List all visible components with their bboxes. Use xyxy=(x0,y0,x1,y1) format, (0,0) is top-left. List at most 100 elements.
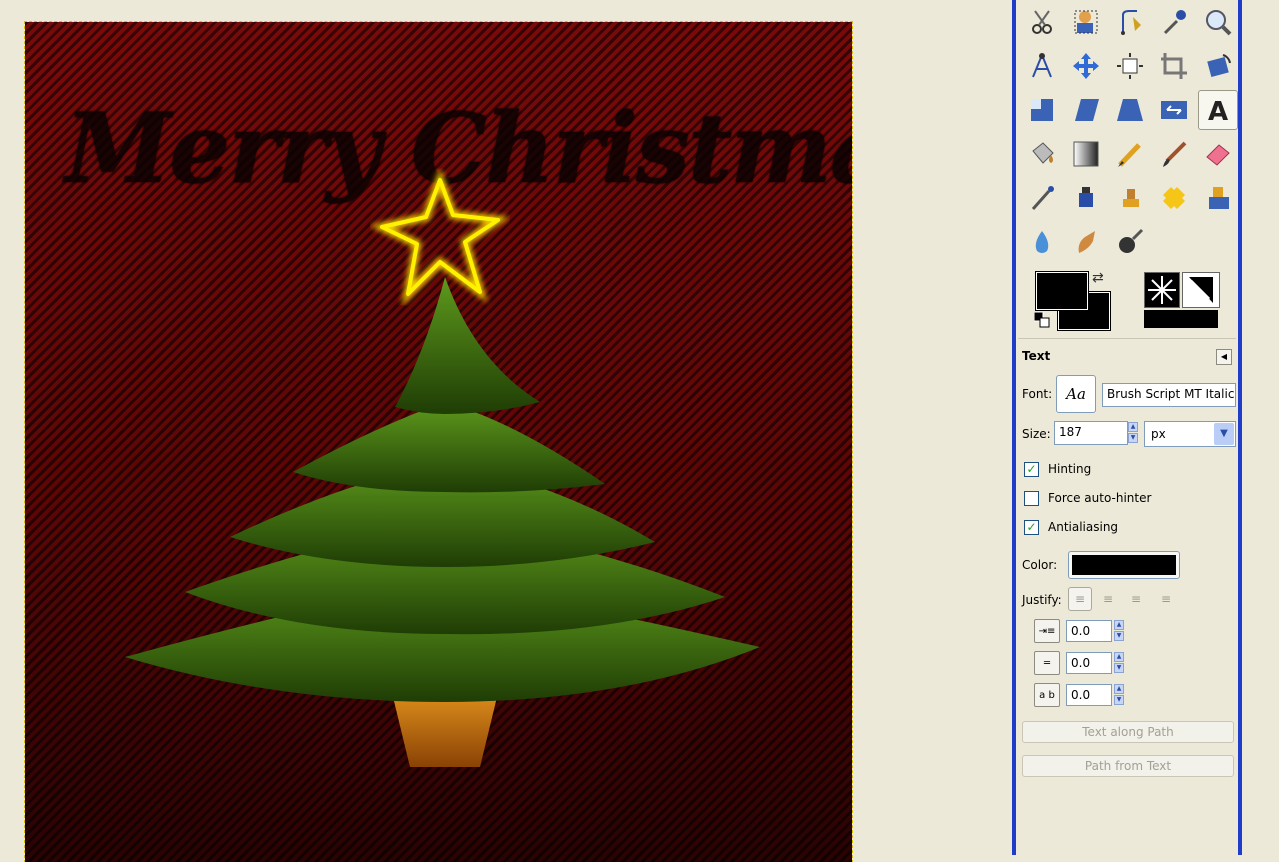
justify-center-button[interactable]: ≡ xyxy=(1124,587,1148,611)
crop-tool-button[interactable] xyxy=(1154,46,1194,86)
blend-tool-button[interactable] xyxy=(1066,134,1106,174)
perspective-tool-button[interactable] xyxy=(1110,90,1150,130)
perspective-clone-tool-button[interactable] xyxy=(1198,178,1238,218)
indent-input[interactable]: 0.0 xyxy=(1066,620,1112,642)
tree-tier-1 xyxy=(395,277,540,414)
size-spinner[interactable]: ▲ ▼ xyxy=(1128,422,1138,444)
chevron-down-icon[interactable]: ▼ xyxy=(1214,423,1234,445)
move-tool-button[interactable] xyxy=(1066,46,1106,86)
airbrush-tool-button[interactable] xyxy=(1022,178,1062,218)
panel-title: Text xyxy=(1022,349,1051,363)
eraser-icon xyxy=(1206,144,1230,166)
force-autohinter-checkbox[interactable] xyxy=(1024,490,1039,506)
text-along-path-button[interactable]: Text along Path xyxy=(1022,721,1234,743)
rotate-tool-button[interactable] xyxy=(1198,46,1238,86)
hinting-label: Hinting xyxy=(1048,462,1092,476)
line-spacing-input[interactable]: 0.0 xyxy=(1066,652,1112,674)
default-colors-icon[interactable] xyxy=(1033,311,1050,328)
antialiasing-checkbox[interactable]: ✓ xyxy=(1024,519,1039,535)
paths-tool-button[interactable] xyxy=(1110,2,1150,42)
text-color-swatch xyxy=(1072,555,1176,575)
antialiasing-checkbox-row[interactable]: ✓ Antialiasing xyxy=(1024,517,1118,537)
justify-label: Justify: xyxy=(1022,593,1062,607)
measure-tool-button[interactable] xyxy=(1022,46,1062,86)
move-icon xyxy=(1073,53,1099,79)
zoom-tool-button[interactable] xyxy=(1198,2,1238,42)
gradient-preview[interactable] xyxy=(1144,310,1218,328)
path-from-text-button[interactable]: Path from Text xyxy=(1022,755,1234,777)
font-picker-button[interactable]: Aa xyxy=(1056,375,1096,413)
heal-icon xyxy=(1163,187,1185,209)
bucket-fill-tool-button[interactable] xyxy=(1022,134,1062,174)
align-tool-button[interactable] xyxy=(1110,46,1150,86)
scale-tool-button[interactable] xyxy=(1022,90,1062,130)
pattern-preview[interactable] xyxy=(1182,272,1220,308)
smudge-icon xyxy=(1078,231,1095,253)
measure-icon xyxy=(1032,53,1052,78)
justify-right-button[interactable]: ≡ xyxy=(1096,587,1120,611)
justify-fill-button[interactable]: ≡ xyxy=(1154,587,1178,611)
perspective-icon xyxy=(1117,99,1143,121)
paintbrush-icon xyxy=(1163,141,1187,167)
scissors-select-icon xyxy=(1032,10,1052,34)
color-picker-icon xyxy=(1163,10,1186,35)
text-color-button[interactable] xyxy=(1068,551,1180,579)
tree-star xyxy=(380,178,500,296)
tree-tier-2 xyxy=(293,402,605,493)
justify-left-button[interactable]: ≡ xyxy=(1068,587,1092,611)
color-area: ⇄ xyxy=(1033,270,1239,334)
indent-spinner[interactable]: ▲ ▼ xyxy=(1114,620,1124,642)
font-name-field[interactable]: Brush Script MT Italic xyxy=(1102,383,1236,407)
foreground-select-tool-button[interactable] xyxy=(1066,2,1106,42)
text-tool-tool-button[interactable]: A xyxy=(1198,90,1238,130)
blur-icon xyxy=(1035,231,1049,253)
force-autohinter-checkbox-row[interactable]: Force auto-hinter xyxy=(1024,488,1151,508)
crop-icon xyxy=(1161,53,1187,79)
rotate-icon xyxy=(1207,54,1231,78)
color-picker-tool-button[interactable] xyxy=(1154,2,1194,42)
dodge-burn-tool-button[interactable] xyxy=(1110,222,1150,262)
line-spacing-spinner[interactable]: ▲ ▼ xyxy=(1114,652,1124,674)
text-tool-icon: A xyxy=(1208,97,1228,125)
size-input[interactable]: 187 xyxy=(1054,421,1128,445)
scissors-select-tool-button[interactable] xyxy=(1022,2,1062,42)
brush-preview[interactable] xyxy=(1144,272,1180,308)
toolbox-panel: A ⇄ Text ◀ Font: Aa Brush Script MT Ital… xyxy=(1012,0,1242,855)
foreground-color-swatch[interactable] xyxy=(1035,271,1089,311)
clone-tool-button[interactable] xyxy=(1110,178,1150,218)
dodge-burn-icon xyxy=(1119,228,1144,253)
letter-spacing-input[interactable]: 0.0 xyxy=(1066,684,1112,706)
font-label: Font: xyxy=(1022,387,1053,401)
color-label: Color: xyxy=(1022,558,1058,572)
antialiasing-label: Antialiasing xyxy=(1048,520,1119,534)
blur-tool-button[interactable] xyxy=(1022,222,1062,262)
panel-menu-icon[interactable]: ◀ xyxy=(1216,349,1232,365)
paintbrush-tool-button[interactable] xyxy=(1154,134,1194,174)
scale-icon xyxy=(1031,99,1053,121)
image-canvas[interactable]: Merry Christmas xyxy=(24,21,853,862)
shear-tool-button[interactable] xyxy=(1066,90,1106,130)
hinting-checkbox[interactable]: ✓ xyxy=(1024,461,1039,477)
smudge-tool-button[interactable] xyxy=(1066,222,1106,262)
bucket-fill-icon xyxy=(1032,142,1054,164)
size-unit-value: px xyxy=(1151,427,1166,441)
paths-icon xyxy=(1121,10,1141,35)
foreground-select-icon xyxy=(1074,10,1098,34)
flip-tool-button[interactable] xyxy=(1154,90,1194,130)
swap-colors-icon[interactable]: ⇄ xyxy=(1092,270,1110,288)
ink-tool-button[interactable] xyxy=(1066,178,1106,218)
letter-spacing-spinner[interactable]: ▲ ▼ xyxy=(1114,684,1124,706)
letter-spacing-icon: a b xyxy=(1034,683,1060,707)
eraser-tool-button[interactable] xyxy=(1198,134,1238,174)
desktop-margin xyxy=(1242,0,1279,855)
svg-text:A: A xyxy=(1208,97,1228,125)
flip-icon xyxy=(1161,101,1187,119)
perspective-clone-icon xyxy=(1209,187,1229,209)
size-unit-select[interactable]: px ▼ xyxy=(1144,421,1236,447)
zoom-icon xyxy=(1206,10,1232,36)
align-icon xyxy=(1117,53,1143,79)
blend-icon xyxy=(1073,141,1099,167)
pencil-tool-button[interactable] xyxy=(1110,134,1150,174)
hinting-checkbox-row[interactable]: ✓ Hinting xyxy=(1024,459,1091,479)
heal-tool-button[interactable] xyxy=(1154,178,1194,218)
